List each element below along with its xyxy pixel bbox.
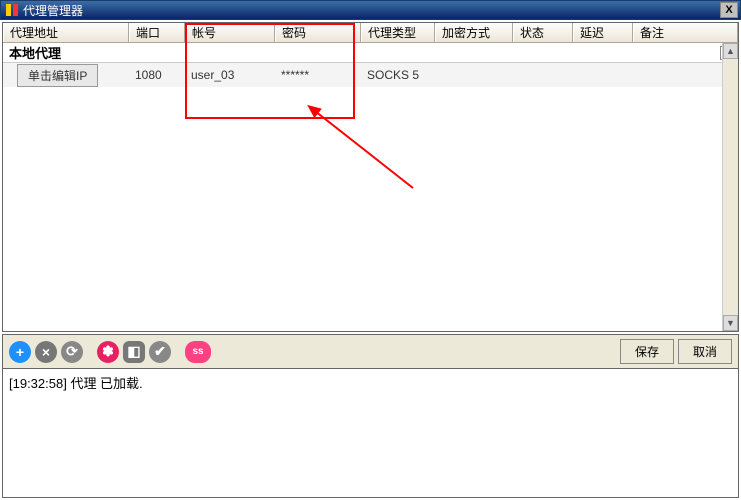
col-user[interactable]: 帐号 [185, 23, 275, 42]
cell-stat [513, 71, 573, 79]
col-enc[interactable]: 加密方式 [435, 23, 513, 42]
cell-port[interactable]: 1080 [129, 64, 185, 86]
col-addr[interactable]: 代理地址 [3, 23, 129, 42]
cell-addr: 单击编辑IP [3, 58, 129, 93]
col-lat[interactable]: 延迟 [573, 23, 633, 42]
cell-enc[interactable] [435, 71, 513, 79]
scroll-up-icon[interactable]: ▲ [723, 43, 738, 59]
col-pass[interactable]: 密码 [275, 23, 361, 42]
cell-lat [573, 71, 633, 79]
cell-user[interactable]: user_03 [185, 64, 275, 86]
ss-button[interactable]: ss [185, 341, 211, 363]
titlebar: 代理管理器 X [0, 0, 741, 20]
close-button[interactable]: X [720, 2, 738, 18]
edit-ip-button[interactable]: 单击编辑IP [17, 64, 98, 87]
bottom-panel: + × ⟳ ✽ ◧ ✔ ss 保存 取消 [19:32:58] 代理 已加载. [2, 334, 739, 498]
cell-pass[interactable]: ****** [275, 64, 361, 86]
toolbar: + × ⟳ ✽ ◧ ✔ ss 保存 取消 [2, 334, 739, 368]
refresh-button[interactable]: ⟳ [61, 341, 83, 363]
col-stat[interactable]: 状态 [513, 23, 573, 42]
column-header-row: 代理地址 端口 帐号 密码 代理类型 加密方式 状态 延迟 备注 [3, 23, 738, 43]
app-icon [5, 3, 19, 17]
add-button[interactable]: + [9, 341, 31, 363]
annotation-arrow [303, 103, 423, 193]
log-line: [19:32:58] 代理 已加载. [9, 373, 732, 392]
vertical-scrollbar[interactable]: ▲ ▼ [722, 43, 738, 331]
cell-type[interactable]: SOCKS 5 [361, 64, 435, 86]
table-row[interactable]: 单击编辑IP 1080 user_03 ****** SOCKS 5 [3, 63, 738, 87]
cancel-button[interactable]: 取消 [678, 339, 732, 364]
scroll-down-icon[interactable]: ▼ [723, 315, 738, 331]
settings-button[interactable]: ✽ [97, 341, 119, 363]
col-type[interactable]: 代理类型 [361, 23, 435, 42]
proxy-list-panel: 代理地址 端口 帐号 密码 代理类型 加密方式 状态 延迟 备注 本地代理 - … [2, 22, 739, 332]
delete-button[interactable]: × [35, 341, 57, 363]
toggle-button[interactable]: ◧ [123, 341, 145, 363]
check-button[interactable]: ✔ [149, 341, 171, 363]
save-button[interactable]: 保存 [620, 339, 674, 364]
col-note[interactable]: 备注 [633, 23, 738, 42]
window-title: 代理管理器 [23, 2, 720, 19]
log-area[interactable]: [19:32:58] 代理 已加载. [2, 368, 739, 498]
col-port[interactable]: 端口 [129, 23, 185, 42]
